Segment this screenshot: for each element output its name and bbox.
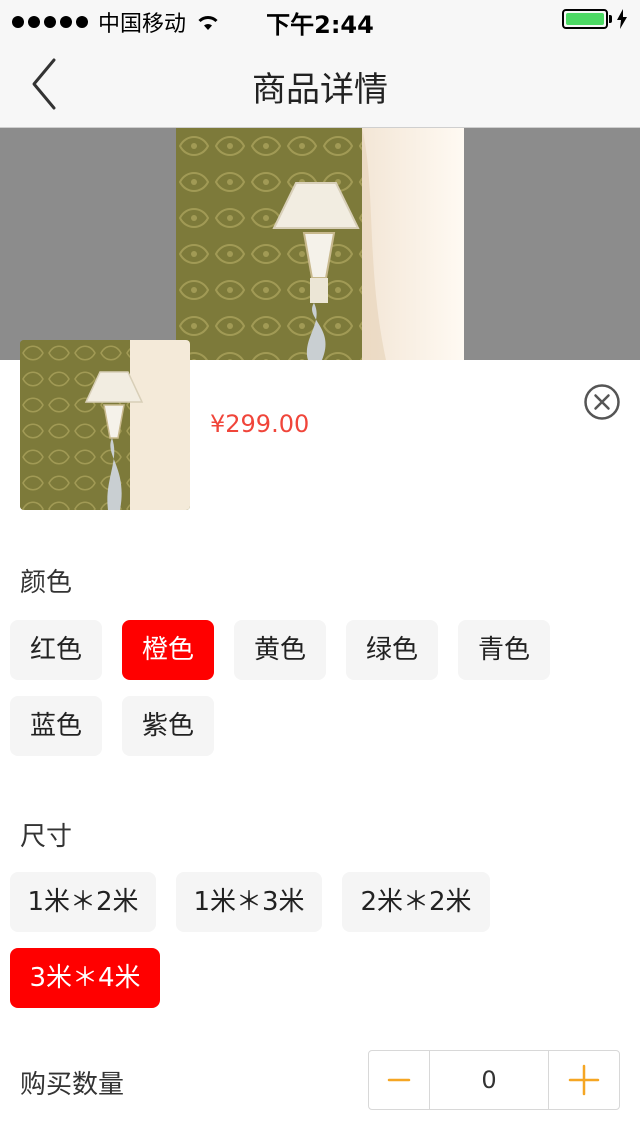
quantity-stepper: 0 bbox=[368, 1050, 620, 1110]
spec-selection-panel: ¥299.00 颜色 红色 橙色 黄色 绿色 青色 蓝色 紫色 尺寸 1米＊2米… bbox=[0, 340, 640, 1136]
product-thumbnail bbox=[20, 340, 190, 510]
minus-icon bbox=[387, 1078, 411, 1082]
navigation-bar: 商品详情 bbox=[0, 40, 640, 128]
product-image[interactable] bbox=[176, 128, 464, 360]
size-option-1x3[interactable]: 1米＊3米 bbox=[176, 872, 322, 932]
status-time: 下午2:44 bbox=[266, 11, 374, 39]
color-option-blue[interactable]: 蓝色 bbox=[10, 696, 102, 756]
color-option-red[interactable]: 红色 bbox=[10, 620, 102, 680]
color-section-title: 颜色 bbox=[20, 568, 73, 598]
color-option-green[interactable]: 绿色 bbox=[346, 620, 438, 680]
color-option-orange[interactable]: 橙色 bbox=[122, 620, 214, 680]
charging-icon bbox=[617, 9, 627, 29]
size-option-3x4[interactable]: 3米＊4米 bbox=[10, 948, 160, 1008]
quantity-label: 购买数量 bbox=[20, 1070, 125, 1100]
size-section-title: 尺寸 bbox=[20, 822, 73, 852]
size-option-2x2[interactable]: 2米＊2米 bbox=[342, 872, 490, 932]
quantity-value[interactable]: 0 bbox=[430, 1051, 548, 1109]
status-right bbox=[562, 9, 628, 29]
increase-button[interactable] bbox=[548, 1051, 619, 1109]
plus-icon bbox=[568, 1064, 600, 1096]
product-image-backdrop bbox=[0, 128, 640, 360]
status-bar: 中国移动 下午2:44 bbox=[0, 0, 640, 40]
color-option-purple[interactable]: 紫色 bbox=[122, 696, 214, 756]
color-option-yellow[interactable]: 黄色 bbox=[234, 620, 326, 680]
decrease-button[interactable] bbox=[369, 1051, 430, 1109]
size-option-1x2[interactable]: 1米＊2米 bbox=[10, 872, 156, 932]
battery-icon bbox=[562, 9, 608, 29]
color-option-cyan[interactable]: 青色 bbox=[458, 620, 550, 680]
page-title: 商品详情 bbox=[252, 70, 388, 110]
product-price: ¥299.00 bbox=[210, 410, 310, 438]
close-button[interactable] bbox=[584, 384, 620, 420]
close-icon bbox=[584, 384, 620, 420]
